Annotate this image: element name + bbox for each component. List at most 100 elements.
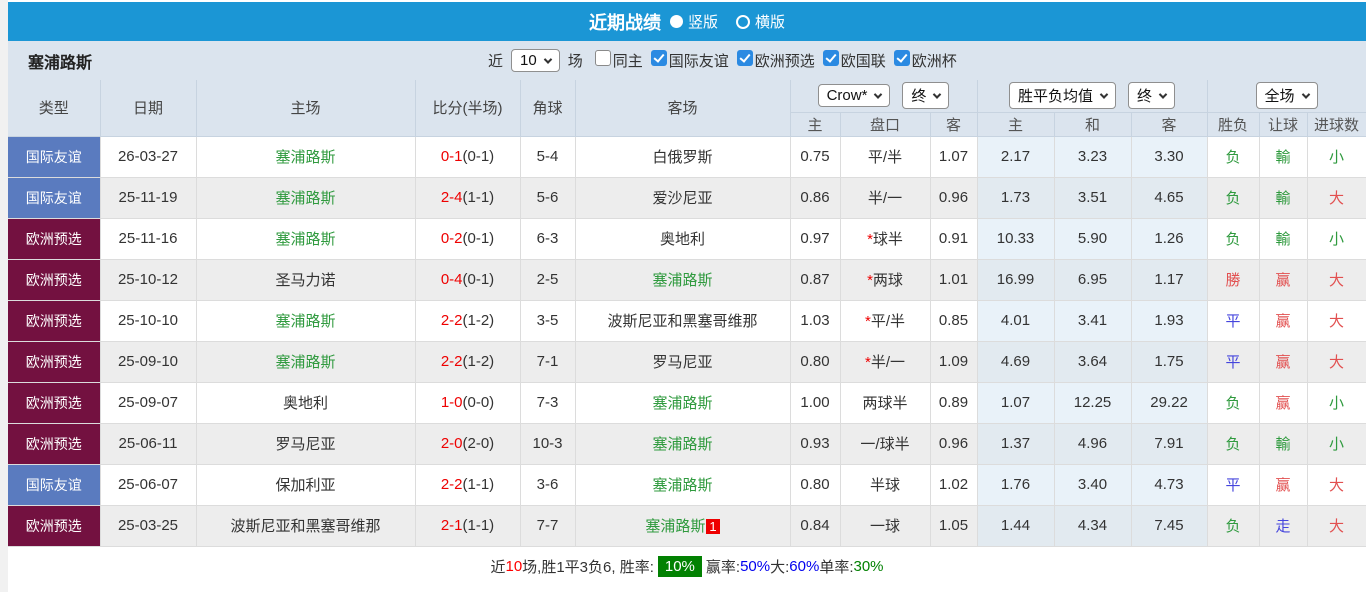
result-handicap: 赢 <box>1259 382 1308 424</box>
away-team-badge: 1 <box>706 519 720 534</box>
asian-home-odds: 0.80 <box>790 464 841 506</box>
radio-selected-icon[interactable] <box>669 15 683 28</box>
summary-line: 近 10 场,胜1平3负6, 胜率: 10% 赢率: 50% 大: 60% 单率: 30% <box>8 546 1366 586</box>
match-type-badge: 欧洲预选 <box>8 218 101 260</box>
corners-score: 10-3 <box>520 423 576 465</box>
home-team: 圣马力诺 <box>196 259 416 301</box>
asian-home-odds: 0.93 <box>790 423 841 465</box>
handicap-value: *半/一 <box>840 341 931 383</box>
scope-select-value: 全场 <box>1264 88 1295 106</box>
summary-segment: 场,胜1平3负6, 胜率: <box>522 558 654 576</box>
score-cell: 0-2(0-1) <box>415 218 521 260</box>
result-wdl: 负 <box>1207 382 1260 424</box>
bookmaker-select-value: Crow* <box>826 87 868 105</box>
match-date: 25-09-07 <box>100 382 197 424</box>
result-handicap: 赢 <box>1259 259 1308 301</box>
recent-label: 近 <box>488 53 504 70</box>
home-team: 塞浦路斯 <box>196 136 416 178</box>
filter-label[interactable]: 欧国联 <box>841 53 886 70</box>
asian-odds-state-select[interactable]: 终 <box>902 82 950 110</box>
euro-draw-odds: 6.95 <box>1054 259 1132 301</box>
euro-home-odds: 1.44 <box>977 505 1055 547</box>
asian-away-odds: 0.96 <box>930 177 978 219</box>
euro-draw-odds: 3.51 <box>1054 177 1132 219</box>
euro-odds-state-select[interactable]: 终 <box>1128 82 1176 110</box>
match-type-badge: 欧洲预选 <box>8 300 101 342</box>
layout-option-vertical[interactable]: 竖版 <box>669 11 718 32</box>
corners-score: 3-6 <box>520 464 576 506</box>
table-row: 欧洲预选 25-09-07 奥地利 1-0(0-0) 7-3 塞浦路斯 1.00… <box>8 382 1366 424</box>
filter-label[interactable]: 欧洲杯 <box>912 53 957 70</box>
euro-draw-odds: 3.41 <box>1054 300 1132 342</box>
checked-checkbox-icon[interactable] <box>822 50 839 66</box>
euro-home-odds: 2.17 <box>977 136 1055 178</box>
checked-checkbox-icon[interactable] <box>736 50 753 66</box>
subcol-euro-draw: 和 <box>1054 112 1132 137</box>
result-wdl: 平 <box>1207 300 1260 342</box>
score-cell: 2-0(2-0) <box>415 423 521 465</box>
col-header-away: 客场 <box>575 80 791 137</box>
checked-checkbox-icon[interactable] <box>650 50 667 66</box>
checked-checkbox-icon[interactable] <box>893 50 910 66</box>
asian-away-odds: 0.91 <box>930 218 978 260</box>
result-goals: 小 <box>1307 218 1366 260</box>
match-type-badge: 欧洲预选 <box>8 423 101 465</box>
home-team: 保加利亚 <box>196 464 416 506</box>
score-cell: 0-4(0-1) <box>415 259 521 301</box>
recent-suffix-label: 场 <box>567 53 583 70</box>
asian-away-odds: 0.85 <box>930 300 978 342</box>
chevron-down-icon <box>933 90 942 99</box>
scope-select[interactable]: 全场 <box>1255 82 1318 110</box>
home-team: 塞浦路斯 <box>196 341 416 383</box>
euro-away-odds: 1.75 <box>1131 341 1208 383</box>
match-date: 25-03-25 <box>100 505 197 547</box>
euro-draw-odds: 3.23 <box>1054 136 1132 178</box>
euro-away-odds: 7.91 <box>1131 423 1208 465</box>
away-team: 塞浦路斯 1 <box>575 505 791 547</box>
bookmaker-select[interactable]: Crow* <box>817 84 891 108</box>
filter-label[interactable]: 欧洲预选 <box>755 53 815 70</box>
filter-label[interactable]: 同主 <box>613 53 643 70</box>
euro-odds-select[interactable]: 胜平负均值 <box>1009 82 1117 110</box>
asian-home-odds: 0.86 <box>790 177 841 219</box>
results-table: 类型 日期 主场 比分(半场) 角球 客场 Crow* 终 胜平负均值 终 全场… <box>8 80 1366 547</box>
result-wdl: 负 <box>1207 218 1260 260</box>
result-goals: 大 <box>1307 177 1366 219</box>
corners-score: 7-1 <box>520 341 576 383</box>
euro-home-odds: 1.76 <box>977 464 1055 506</box>
corners-score: 7-3 <box>520 382 576 424</box>
table-row: 欧洲预选 25-10-10 塞浦路斯 2-2(1-2) 3-5 波斯尼亚和黑塞哥… <box>8 300 1366 342</box>
handicap-value: *平/半 <box>840 300 931 342</box>
asian-home-odds: 0.75 <box>790 136 841 178</box>
score-cell: 2-4(1-1) <box>415 177 521 219</box>
table-row: 欧洲预选 25-10-12 圣马力诺 0-4(0-1) 2-5 塞浦路斯 0.8… <box>8 259 1366 301</box>
col-header-corners: 角球 <box>520 80 576 137</box>
summary-segment: 10% <box>657 555 702 577</box>
euro-away-odds: 3.30 <box>1131 136 1208 178</box>
asian-away-odds: 1.02 <box>930 464 978 506</box>
euro-home-odds: 1.07 <box>977 382 1055 424</box>
asian-home-odds: 1.03 <box>790 300 841 342</box>
table-row: 国际友谊 26-03-27 塞浦路斯 0-1(0-1) 5-4 白俄罗斯 0.7… <box>8 136 1366 178</box>
euro-away-odds: 7.45 <box>1131 505 1208 547</box>
asian-away-odds: 1.09 <box>930 341 978 383</box>
table-row: 欧洲预选 25-11-16 塞浦路斯 0-2(0-1) 6-3 奥地利 0.97… <box>8 218 1366 260</box>
handicap-value: *球半 <box>840 218 931 260</box>
result-goals: 大 <box>1307 505 1366 547</box>
score-cell: 2-2(1-2) <box>415 300 521 342</box>
asian-home-odds: 0.97 <box>790 218 841 260</box>
result-handicap: 走 <box>1259 505 1308 547</box>
radio-unselected-icon[interactable] <box>736 14 750 29</box>
unchecked-checkbox-icon[interactable] <box>594 50 611 66</box>
away-team: 白俄罗斯 <box>575 136 791 178</box>
away-team: 波斯尼亚和黑塞哥维那 <box>575 300 791 342</box>
recent-results-panel: 近期战绩 竖版 横版 塞浦路斯 近 10 场 同主 国际友谊 欧洲预选 欧国联 欧洲杯 <box>8 2 1366 586</box>
euro-draw-odds: 4.96 <box>1054 423 1132 465</box>
recent-count-select[interactable]: 10 <box>511 49 560 72</box>
filter-label[interactable]: 国际友谊 <box>669 53 729 70</box>
euro-home-odds: 10.33 <box>977 218 1055 260</box>
corners-score: 5-4 <box>520 136 576 178</box>
euro-home-odds: 1.37 <box>977 423 1055 465</box>
chevron-down-icon <box>1099 90 1109 99</box>
layout-option-horizontal[interactable]: 横版 <box>736 11 785 32</box>
